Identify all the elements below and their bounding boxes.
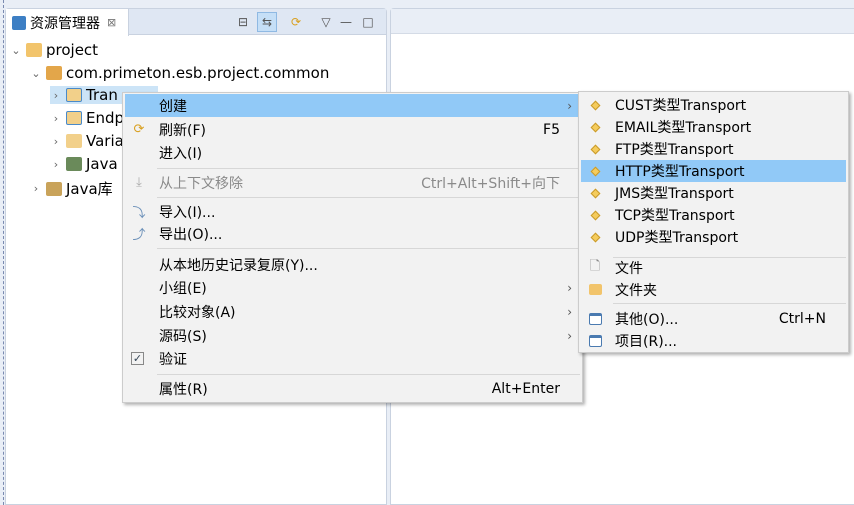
submenu-file[interactable]: 🗋 文件: [581, 256, 846, 279]
tree-item-endpoint[interactable]: › Endp: [50, 109, 124, 127]
transport-folder-icon: [66, 88, 82, 102]
menu-remove-context[interactable]: ⤓ 从上下文移除 Ctrl+Alt+Shift+向下: [125, 171, 580, 194]
tree-item-common[interactable]: ⌄ com.primeton.esb.project.common: [30, 64, 329, 82]
menu-restore-history[interactable]: 从本地历史记录复原(Y)...: [125, 253, 580, 276]
tree-item-project[interactable]: ⌄ project: [10, 41, 98, 59]
submenu-transport-0[interactable]: CUST类型Transport: [581, 94, 846, 116]
tree-item-java-lib[interactable]: › Java库: [30, 178, 113, 199]
new-wizard-icon: [587, 311, 603, 327]
transport-icon: [587, 141, 603, 157]
menu-create[interactable]: 创建 ›: [125, 94, 580, 117]
submenu-transport-4[interactable]: JMS类型Transport: [581, 182, 846, 204]
menu-validate[interactable]: ✓ 验证: [125, 347, 580, 370]
import-icon: ⤵: [132, 206, 146, 221]
new-folder-icon: [587, 282, 603, 298]
menu-refresh[interactable]: ⟳ 刷新(F) F5: [125, 118, 580, 141]
menu-enter[interactable]: 进入(I): [125, 141, 580, 164]
transport-icon: [587, 229, 603, 245]
submenu-transport-2[interactable]: FTP类型Transport: [581, 138, 846, 160]
tab-title: 资源管理器: [30, 15, 100, 32]
create-submenu: CUST类型Transport EMAIL类型Transport FTP类型Tran…: [578, 91, 849, 353]
explorer-icon: [12, 15, 26, 30]
transport-icon: [587, 97, 603, 113]
menu-team[interactable]: 小组(E) ›: [125, 276, 580, 299]
transport-icon: [587, 207, 603, 223]
transport-icon: [587, 163, 603, 179]
menu-source[interactable]: 源码(S) ›: [125, 324, 580, 347]
close-icon[interactable]: ⊠: [107, 16, 116, 29]
menu-export[interactable]: ⤴ 导出(O)...: [125, 222, 580, 245]
tree-item-variable[interactable]: › Varia: [50, 132, 124, 150]
project-folder-icon: [26, 43, 42, 57]
submenu-project[interactable]: 项目(R)...: [581, 329, 846, 352]
context-menu: 创建 › ⟳ 刷新(F) F5 进入(I) ⤓ 从上下文移除 Ctrl+Alt+Shift…: [122, 92, 583, 403]
link-editor-icon[interactable]: ⇆: [257, 12, 277, 32]
tree-item-java[interactable]: › Java: [50, 155, 118, 173]
maximize-icon[interactable]: □: [358, 12, 378, 32]
new-project-icon: [587, 333, 603, 349]
submenu-transport-5[interactable]: TCP类型Transport: [581, 204, 846, 226]
menu-compare[interactable]: 比较对象(A) ›: [125, 300, 580, 323]
explorer-tabbar: 资源管理器 ⊠ ⊟ ⇆ ⟳ ▽ — □: [6, 9, 386, 36]
library-icon: [46, 181, 62, 196]
tab-explorer[interactable]: 资源管理器 ⊠: [6, 9, 129, 36]
new-file-icon: 🗋: [589, 258, 601, 274]
java-icon: [66, 157, 82, 171]
view-menu-icon[interactable]: ▽: [316, 12, 336, 32]
package-icon: [46, 66, 62, 80]
sash: [3, 0, 4, 505]
submenu-folder[interactable]: 文件夹: [581, 278, 846, 301]
transport-icon: [587, 119, 603, 135]
sync-icon[interactable]: ⟳: [286, 12, 306, 32]
menu-import[interactable]: ⤵ 导入(I)...: [125, 200, 580, 223]
minimize-icon[interactable]: —: [336, 12, 356, 32]
submenu-transport-1[interactable]: EMAIL类型Transport: [581, 116, 846, 138]
menu-properties[interactable]: 属性(R) Alt+Enter: [125, 377, 580, 400]
refresh-icon: ⟳: [133, 122, 145, 137]
transport-icon: [587, 185, 603, 201]
variable-folder-icon: [66, 134, 82, 148]
remove-context-icon: ⤓: [136, 175, 142, 190]
submenu-transport-3[interactable]: HTTP类型Transport: [581, 160, 846, 182]
endpoint-folder-icon: [66, 111, 82, 125]
submenu-other[interactable]: 其他(O)... Ctrl+N: [581, 307, 846, 330]
submenu-transport-6[interactable]: UDP类型Transport: [581, 226, 846, 248]
export-icon: ⤴: [132, 228, 146, 243]
collapse-all-icon[interactable]: ⊟: [233, 12, 253, 32]
checkbox-icon: ✓: [131, 352, 144, 365]
